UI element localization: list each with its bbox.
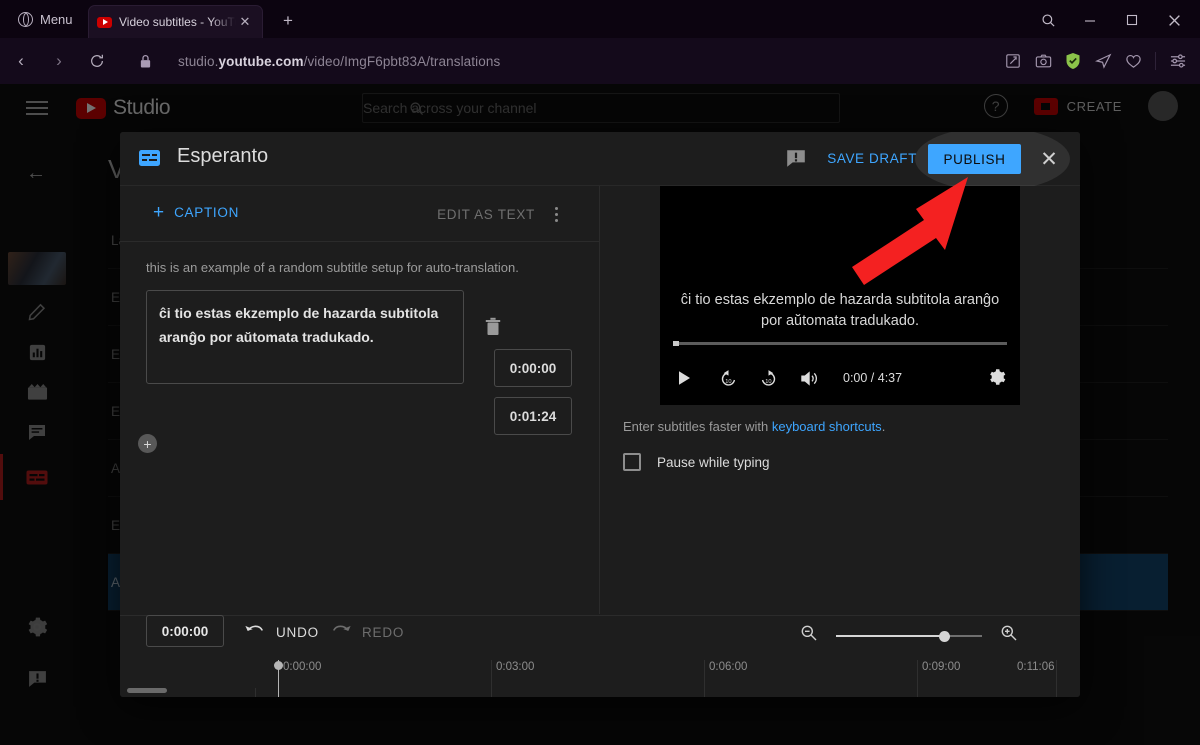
ruler-tick-label: 0:06:00	[709, 661, 748, 673]
cue-start-time-input[interactable]: 0:00:00	[494, 349, 572, 387]
add-caption-label: CAPTION	[174, 205, 240, 220]
trash-icon[interactable]	[484, 317, 502, 337]
pause-while-typing-checkbox[interactable]	[623, 453, 641, 471]
snapshot-icon[interactable]	[999, 47, 1027, 75]
kebab-menu-icon[interactable]	[547, 204, 565, 224]
pause-while-typing-label: Pause while typing	[657, 454, 770, 470]
timeline-panel: 0:00:00 UNDO REDO 0:00:00 0:03:00 0:06:0…	[120, 615, 1080, 697]
original-transcript-text: this is an example of a random subtitle …	[146, 260, 519, 275]
pause-while-typing-row[interactable]: Pause while typing	[623, 453, 770, 471]
gear-icon[interactable]	[988, 368, 1006, 391]
send-icon[interactable]	[1089, 47, 1117, 75]
undo-icon	[244, 622, 266, 643]
youtube-favicon	[97, 16, 112, 28]
zoom-out-icon[interactable]	[800, 624, 818, 647]
cue-end-time-input[interactable]: 0:01:24	[494, 397, 572, 435]
timeline-zoom-controls	[800, 624, 1018, 647]
search-icon[interactable]	[1028, 8, 1068, 32]
redo-button[interactable]: REDO	[330, 622, 404, 643]
shortcut-suffix: .	[881, 419, 886, 434]
zoom-in-icon[interactable]	[1000, 624, 1018, 647]
divider	[1155, 52, 1156, 70]
tab-title: Video subtitles - YouTube S	[119, 15, 236, 29]
browser-tab-bar: Menu Video subtitles - YouTube S ✕ +	[0, 0, 1200, 38]
menu-label: Menu	[40, 11, 73, 27]
save-draft-button[interactable]: SAVE DRAFT	[827, 151, 917, 166]
tab-close-icon[interactable]: ✕	[236, 13, 254, 31]
timeline-ruler[interactable]: 0:00:00 0:03:00 0:06:00 0:09:00 0:11:06	[120, 660, 1080, 697]
opera-menu-button[interactable]: Menu	[10, 7, 81, 31]
add-caption-button[interactable]: + CAPTION	[153, 201, 240, 223]
undo-label: UNDO	[276, 625, 319, 640]
close-window-button[interactable]	[1154, 8, 1194, 32]
play-icon[interactable]	[660, 370, 708, 386]
ruler-tick-label: 0:09:00	[922, 661, 961, 673]
shortcut-prefix: Enter subtitles faster with	[623, 419, 772, 434]
new-tab-icon[interactable]: +	[277, 11, 299, 33]
video-player[interactable]: ĉi tio estas ekzemplo de hazarda subtito…	[660, 186, 1020, 405]
forward-10-icon[interactable]: 10	[748, 369, 788, 388]
ruler-tick-label: 0:00:00	[283, 661, 322, 673]
svg-text:10: 10	[765, 378, 771, 384]
playhead-handle[interactable]	[274, 661, 283, 670]
caption-toolbar: + CAPTION EDIT AS TEXT	[120, 186, 599, 242]
heart-icon[interactable]	[1119, 47, 1147, 75]
maximize-button[interactable]	[1112, 8, 1152, 32]
video-progress-bar[interactable]	[673, 341, 1007, 346]
subtitles-icon	[139, 150, 160, 166]
undo-button[interactable]: UNDO	[244, 622, 319, 643]
timeline-current-time[interactable]: 0:00:00	[146, 615, 224, 647]
close-icon[interactable]: ✕	[1036, 146, 1062, 172]
progress-knob[interactable]	[673, 341, 679, 346]
forward-icon[interactable]: ›	[42, 44, 76, 78]
url-text[interactable]: studio.youtube.com/video/ImgF6pbt83A/tra…	[178, 54, 500, 69]
scrollbar-thumb[interactable]	[127, 688, 167, 693]
vpn-shield-icon[interactable]	[1059, 47, 1087, 75]
window-controls	[1028, 8, 1194, 32]
minimize-button[interactable]	[1070, 8, 1110, 32]
video-controls: 10 10 0:00 / 4:37	[660, 360, 1020, 396]
address-bar-actions	[999, 38, 1192, 84]
plus-icon: +	[153, 201, 165, 223]
camera-icon[interactable]	[1029, 47, 1057, 75]
modal-title: Esperanto	[177, 145, 269, 167]
rewind-10-icon[interactable]: 10	[708, 369, 748, 388]
cue-text-input[interactable]: ĉi tio estas ekzemplo de hazarda subtito…	[146, 290, 464, 384]
easy-setup-icon[interactable]	[1164, 47, 1192, 75]
feedback-icon[interactable]	[785, 148, 807, 170]
video-time-display: 0:00 / 4:37	[843, 371, 903, 385]
publish-button[interactable]: PUBLISH	[928, 144, 1021, 174]
ruler-tick-label: 0:03:00	[496, 661, 535, 673]
redo-icon	[330, 622, 352, 643]
add-cue-button[interactable]: +	[138, 434, 157, 453]
svg-text:10: 10	[725, 378, 731, 384]
screenshot-root: Menu Video subtitles - YouTube S ✕ + ‹ ›	[0, 0, 1200, 745]
volume-icon[interactable]	[788, 370, 830, 387]
keyboard-shortcuts-link[interactable]: keyboard shortcuts	[772, 419, 882, 434]
caption-editor-pane: + CAPTION EDIT AS TEXT this is an exampl…	[120, 186, 600, 614]
browser-tab[interactable]: Video subtitles - YouTube S ✕	[88, 5, 263, 38]
back-icon[interactable]: ‹	[4, 44, 38, 78]
subtitle-editor-modal: Esperanto SAVE DRAFT PUBLISH ✕ + CAPTION…	[120, 132, 1080, 697]
timeline-zoom-slider[interactable]	[836, 629, 982, 643]
modal-header: Esperanto SAVE DRAFT PUBLISH ✕	[120, 132, 1080, 191]
video-preview-pane: ĉi tio estas ekzemplo de hazarda subtito…	[601, 186, 1080, 614]
opera-logo-icon	[18, 11, 33, 27]
timeline-horizontal-scrollbar[interactable]	[120, 685, 1080, 695]
redo-label: REDO	[362, 625, 405, 640]
slider-fill	[836, 634, 946, 637]
subtitle-overlay-text: ĉi tio estas ekzemplo de hazarda subtito…	[680, 292, 1000, 329]
edit-as-text-button[interactable]: EDIT AS TEXT	[437, 207, 535, 222]
ruler-tick-label: 0:11:06	[1017, 661, 1055, 673]
lock-icon[interactable]	[128, 44, 162, 78]
reload-icon[interactable]	[80, 44, 114, 78]
slider-knob[interactable]	[939, 630, 950, 642]
keyboard-shortcuts-hint: Enter subtitles faster with keyboard sho…	[623, 419, 885, 434]
